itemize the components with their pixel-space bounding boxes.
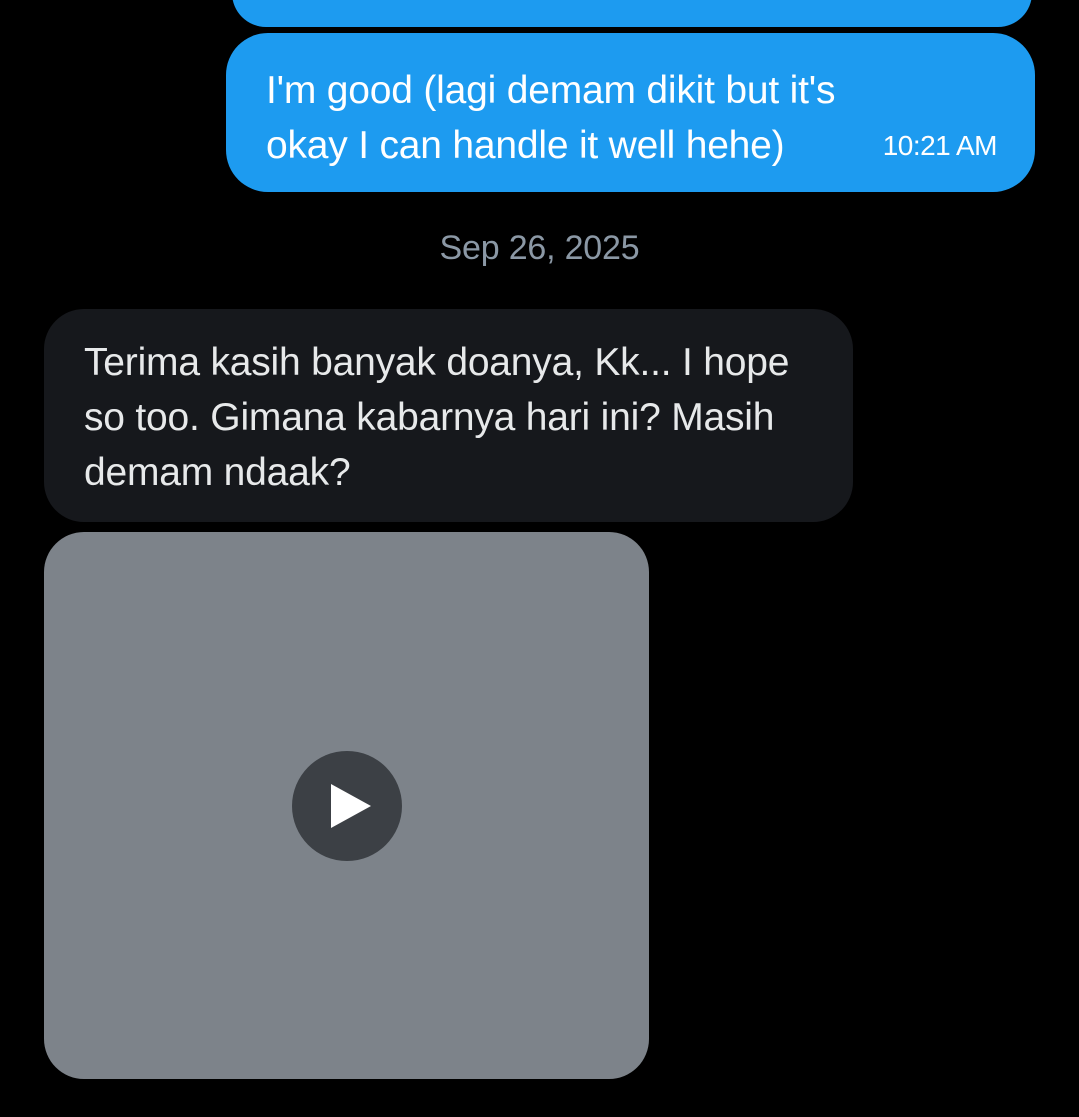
message-text: Terima kasih banyak doanya, Kk... I hope… (84, 341, 790, 494)
message-timestamp: 10:21 AM (882, 130, 998, 161)
outgoing-message-bubble[interactable] (232, 0, 1032, 27)
video-attachment[interactable] (44, 532, 649, 1079)
incoming-message-bubble[interactable]: Terima kasih banyak doanya, Kk... I hope… (44, 309, 853, 522)
message-text: I'm good (lagi demam dikit but it's okay… (266, 69, 836, 167)
message-thread: I'm good (lagi demam dikit but it's okay… (0, 0, 1079, 1117)
date-separator: Sep 26, 2025 (439, 229, 640, 267)
play-icon (331, 784, 371, 828)
play-button[interactable] (292, 751, 402, 861)
outgoing-message-bubble[interactable]: I'm good (lagi demam dikit but it's okay… (226, 33, 1035, 192)
